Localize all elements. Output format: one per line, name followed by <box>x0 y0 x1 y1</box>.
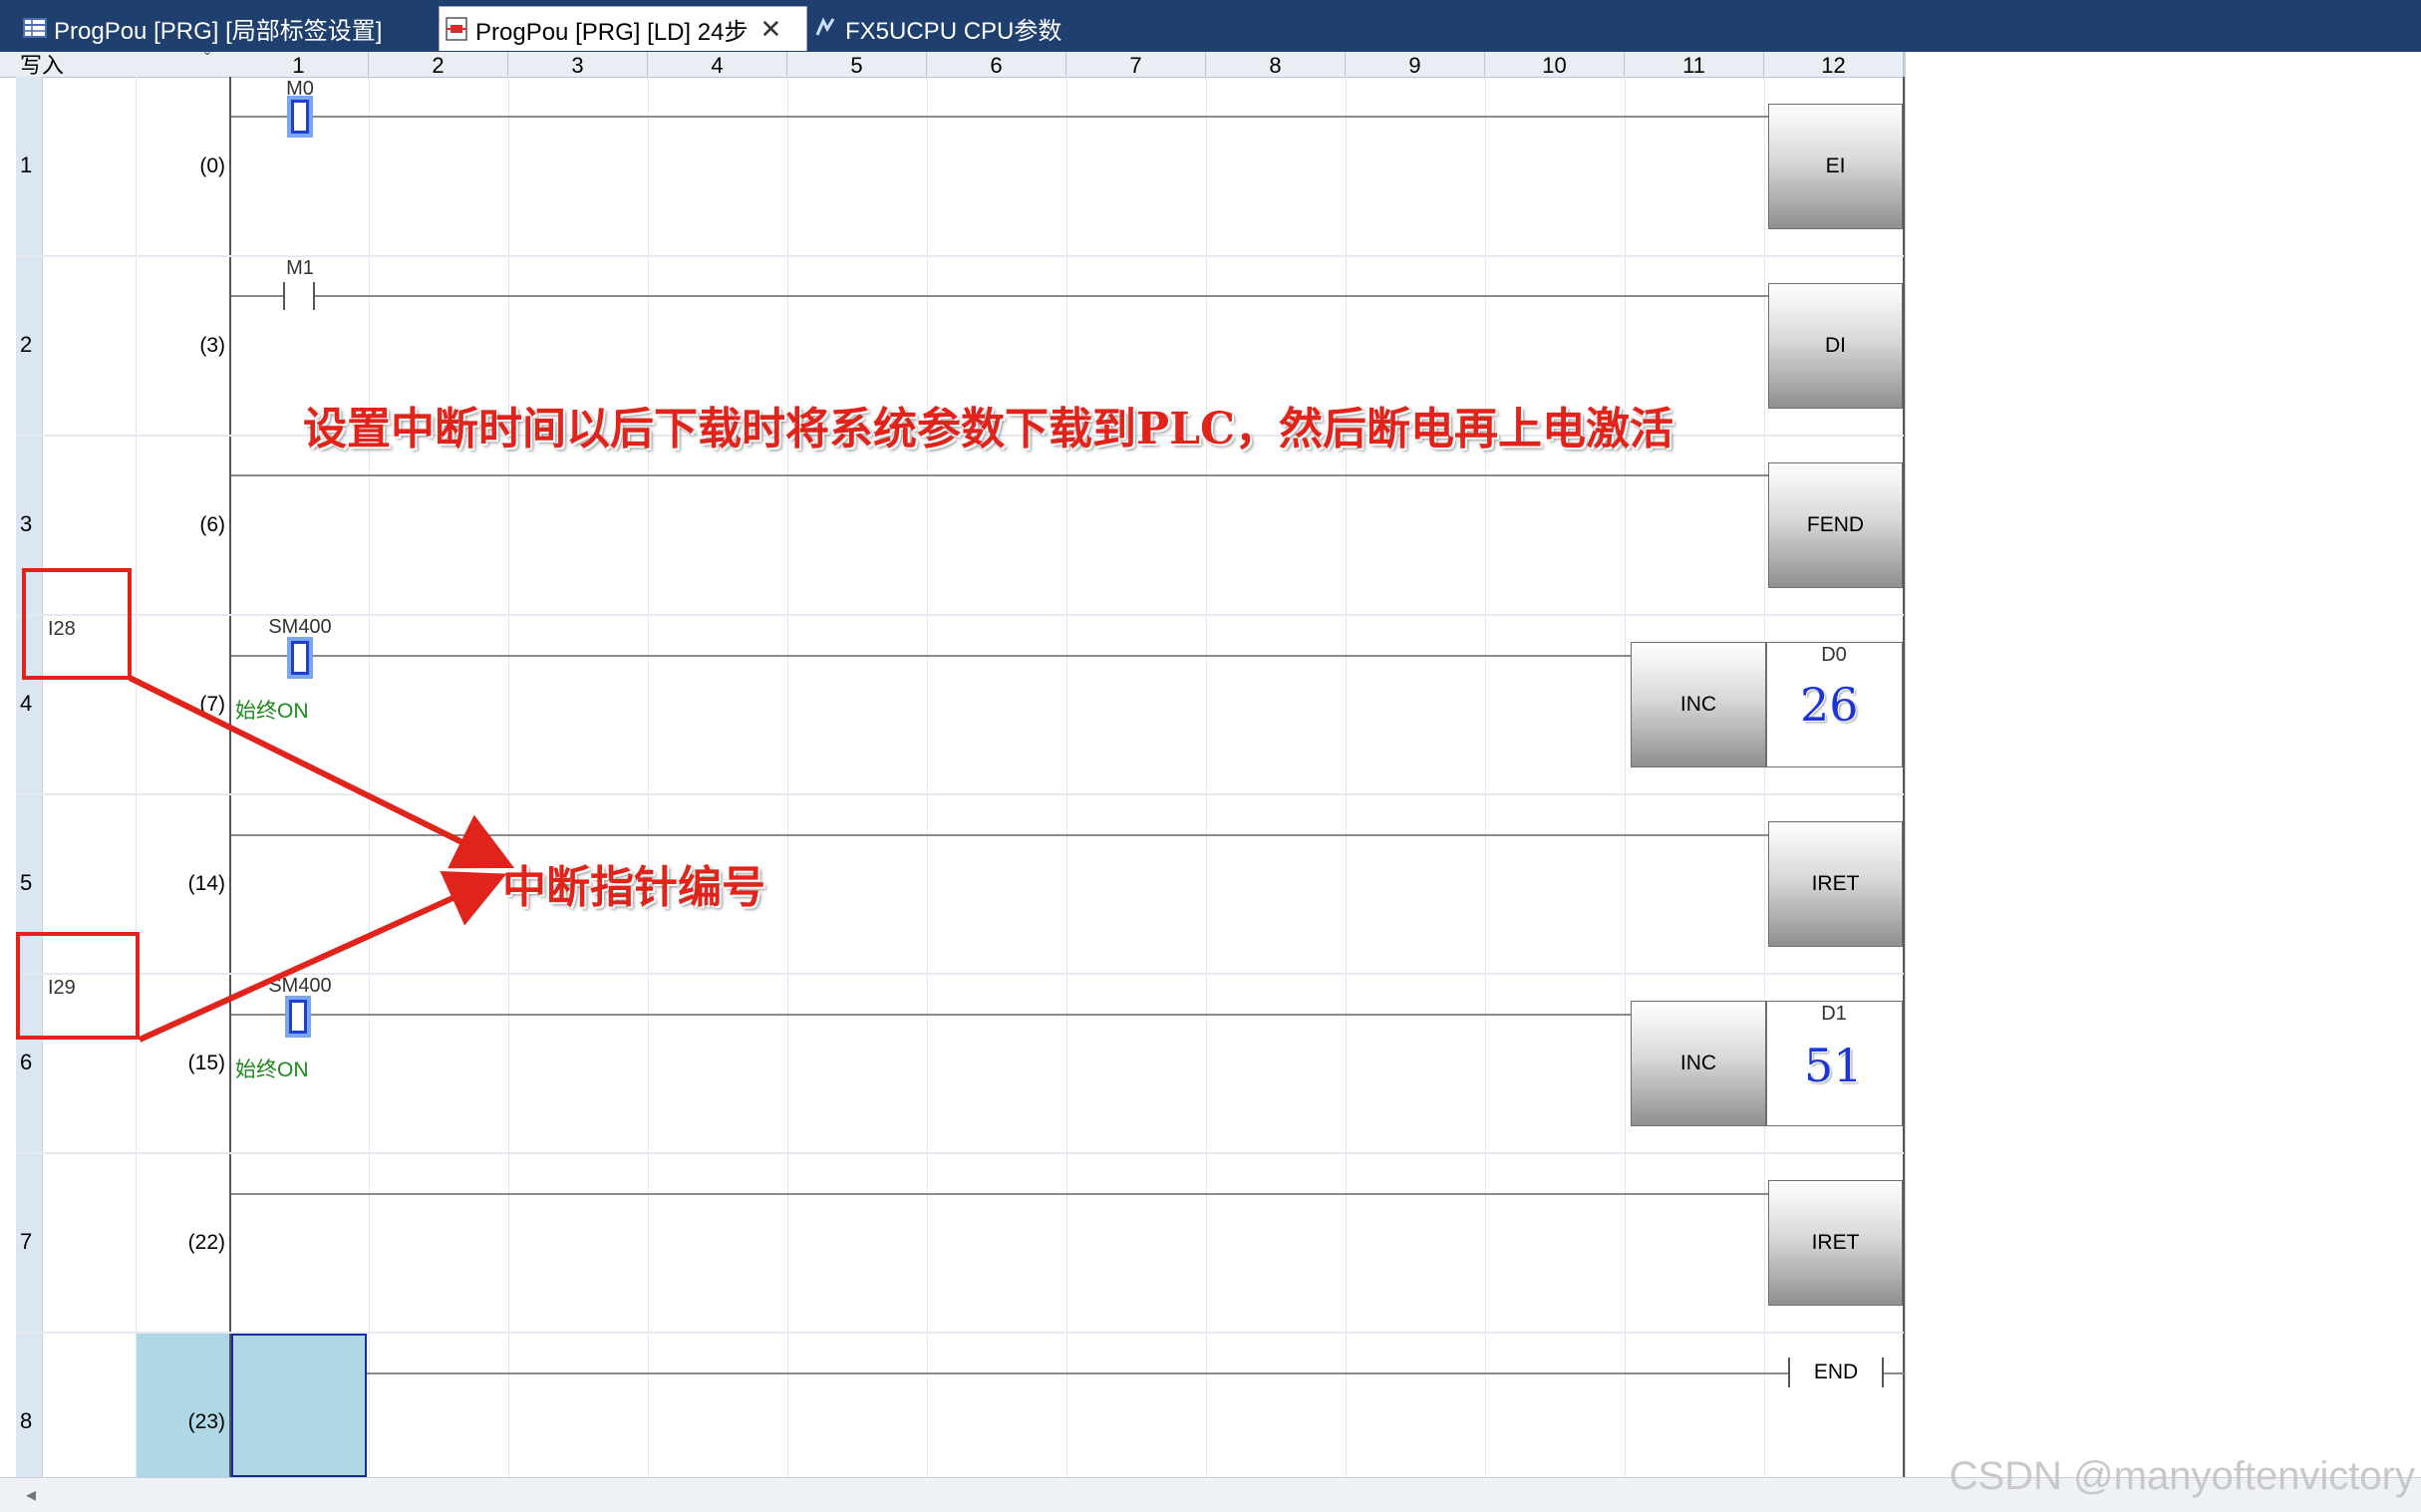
watermark: CSDN @manyoftenvictory <box>1949 1454 2415 1498</box>
annotation-pointer-note: 中断指针编号 <box>502 862 765 913</box>
scroll-left-icon[interactable]: ◂ <box>26 1482 36 1507</box>
arrow-icon <box>128 675 515 1043</box>
